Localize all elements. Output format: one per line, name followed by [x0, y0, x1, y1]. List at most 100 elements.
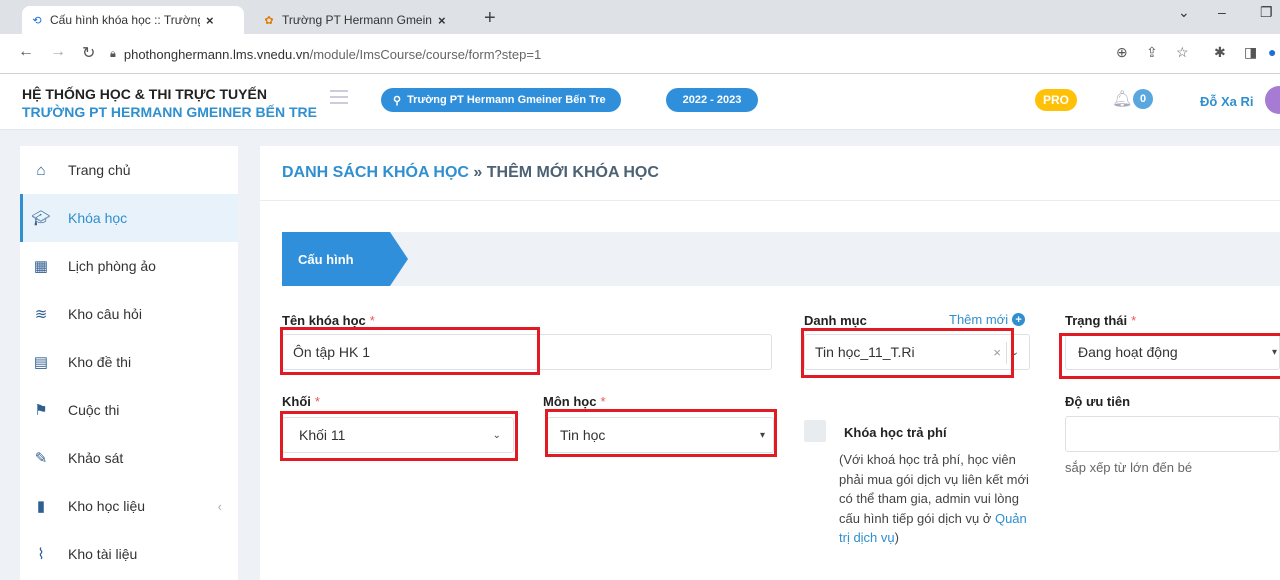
sidebar-item-label: Trang chủ: [68, 162, 131, 178]
sidebar-item-label: Kho tài liệu: [68, 546, 138, 562]
site-favicon-icon: ⟲: [32, 14, 42, 27]
sidebar: ⌂ Trang chủ 🎓︎ Khóa học ▦ Lịch phòng ảo …: [20, 146, 238, 580]
home-icon: ⌂: [36, 161, 46, 179]
highlight-box: [545, 409, 777, 457]
status-label: Trạng thái *: [1065, 313, 1136, 328]
sidebar-item-home[interactable]: ⌂ Trang chủ: [20, 146, 238, 194]
sidebar-item-label: Kho học liệu: [68, 498, 146, 514]
plus-circle-icon: +: [1012, 313, 1026, 326]
browser-tab-active[interactable]: ⟲ Cấu hình khóa học :: Trường PT H ×: [22, 6, 244, 34]
site-favicon-icon: ✿: [264, 14, 274, 27]
browser-tab-bar: ⟲ Cấu hình khóa học :: Trường PT H × ✿ T…: [0, 0, 1280, 34]
user-name[interactable]: Đỗ Xa Ri: [1200, 94, 1253, 109]
chevron-left-icon: ‹: [217, 498, 222, 514]
priority-label: Độ ưu tiên: [1065, 394, 1130, 409]
step-arrow: [390, 232, 408, 286]
minimize-icon[interactable]: –: [1218, 4, 1226, 20]
url-host: phothonghermann.lms.vnedu.vn: [123, 46, 310, 62]
browser-toolbar: ← → ↻ 🔒︎ phothonghermann.lms.vnedu.vn /m…: [0, 34, 1280, 74]
tab-search-icon[interactable]: ⌄: [1178, 4, 1190, 21]
sidebar-item-contests[interactable]: ⚑ Cuộc thi: [20, 386, 238, 434]
highlight-box: [280, 411, 518, 461]
sidebar-item-label: Kho câu hỏi: [68, 306, 142, 322]
breadcrumb-current: THÊM MỚI KHÓA HỌC: [486, 164, 659, 181]
sidebar-item-label: Kho đề thi: [68, 354, 132, 370]
breadcrumb-parent-link[interactable]: DANH SÁCH KHÓA HỌC: [282, 164, 469, 181]
profile-icon[interactable]: ●: [1268, 44, 1276, 60]
school-selector-label: Trường PT Hermann Gmeiner Bến Tre: [407, 94, 606, 106]
back-icon[interactable]: ←: [18, 43, 34, 61]
grade-label-text: Khối: [282, 394, 311, 409]
sidebar-item-surveys[interactable]: ✎ Khảo sát: [20, 434, 238, 482]
database-icon: ≋: [34, 306, 48, 323]
sidebar-item-question-bank[interactable]: ≋ Kho câu hỏi: [20, 290, 238, 338]
sidebar-item-learning-materials[interactable]: ▮ Kho học liệu ‹: [20, 482, 238, 530]
paid-course-description: (Với khoá học trả phí, học viên phải mua…: [839, 450, 1039, 548]
highlight-box: [280, 327, 540, 375]
breadcrumb-separator: »: [468, 164, 487, 181]
sidebar-item-label: Khóa học: [68, 210, 128, 226]
school-year-selector[interactable]: 2022 - 2023: [666, 88, 758, 112]
side-panel-icon[interactable]: ◨: [1244, 44, 1257, 61]
priority-input[interactable]: [1065, 416, 1280, 452]
sidebar-item-exam-bank[interactable]: ▤ Kho đề thi: [20, 338, 238, 386]
step-label: Cấu hình: [298, 251, 354, 267]
sidebar-item-label: Lịch phòng ảo: [68, 258, 156, 274]
sidebar-item-courses[interactable]: 🎓︎ Khóa học: [20, 194, 238, 242]
category-label-text: Danh mục: [804, 313, 867, 328]
file-icon: ▤: [33, 354, 49, 371]
sidebar-item-label: Cuộc thi: [68, 402, 120, 418]
avatar[interactable]: [1265, 86, 1280, 114]
pen-icon: ✎: [34, 450, 48, 467]
paid-course-checkbox[interactable]: [804, 420, 826, 442]
grade-label: Khối *: [282, 394, 320, 409]
highlight-box: [801, 328, 1014, 378]
sidebar-item-virtual-room[interactable]: ▦ Lịch phòng ảo: [20, 242, 238, 290]
zoom-icon[interactable]: ⊕: [1116, 44, 1128, 61]
bell-icon[interactable]: 🔔︎: [1112, 89, 1132, 109]
course-name-label-text: Tên khóa học: [282, 313, 366, 328]
forward-icon[interactable]: →: [50, 43, 66, 61]
book-icon: ▮: [36, 498, 46, 515]
menu-toggle-icon[interactable]: [330, 90, 348, 104]
restore-icon[interactable]: ❐: [1260, 4, 1273, 21]
system-title: HỆ THỐNG HỌC & THI TRỰC TUYẾN: [22, 86, 267, 102]
priority-label-text: Độ ưu tiên: [1065, 394, 1131, 409]
url-bar[interactable]: 🔒︎ phothonghermann.lms.vnedu.vn /module/…: [110, 40, 1220, 68]
breadcrumb: DANH SÁCH KHÓA HỌC » THÊM MỚI KHÓA HỌC: [282, 164, 659, 182]
status-label-text: Trạng thái: [1065, 313, 1128, 328]
bookmark-star-icon[interactable]: ☆: [1176, 44, 1189, 61]
divider: [260, 200, 1280, 201]
school-title[interactable]: TRƯỜNG PT HERMANN GMEINER BẾN TRE: [22, 104, 317, 120]
reload-icon[interactable]: ↻: [82, 43, 95, 63]
share-icon[interactable]: ⇪: [1146, 44, 1158, 61]
add-category-label: Thêm mới: [949, 312, 1009, 327]
pro-badge[interactable]: PRO: [1035, 89, 1078, 111]
required-mark: *: [600, 394, 606, 409]
lock-icon: 🔒︎: [110, 47, 116, 60]
paid-course-description-end: ): [894, 530, 899, 545]
new-tab-button[interactable]: +: [484, 6, 496, 30]
required-mark: *: [369, 313, 375, 328]
add-category-link[interactable]: Thêm mới +: [949, 312, 1026, 327]
flag-icon: ⚑: [34, 402, 48, 419]
tab-title: Cấu hình khóa học :: Trường PT H: [50, 13, 200, 27]
priority-hint: sắp xếp từ lớn đến bé: [1065, 460, 1193, 475]
browser-tab[interactable]: ✿ Trường PT Hermann Gmeiner Bến ×: [254, 6, 476, 34]
sidebar-item-label: Khảo sát: [68, 450, 124, 466]
tab-title: Trường PT Hermann Gmeiner Bến: [282, 13, 432, 27]
location-pin-icon: ⚲: [393, 94, 402, 107]
subject-label: Môn học *: [543, 394, 606, 409]
course-name-label: Tên khóa học *: [282, 313, 375, 328]
extensions-icon[interactable]: ✱: [1214, 44, 1226, 61]
school-selector[interactable]: ⚲ Trường PT Hermann Gmeiner Bến Tre: [381, 88, 621, 112]
url-path: /module/ImsCourse/course/form?step=1: [309, 46, 542, 62]
paid-course-label: Khóa học trả phí: [844, 425, 947, 440]
step-config-tab[interactable]: Cấu hình: [282, 232, 390, 286]
close-tab-icon[interactable]: ×: [438, 13, 446, 28]
calendar-icon: ▦: [33, 258, 49, 275]
notification-count-badge[interactable]: 0: [1133, 89, 1153, 109]
sidebar-item-documents[interactable]: ⌇ Kho tài liệu: [20, 530, 238, 578]
close-tab-icon[interactable]: ×: [206, 13, 214, 28]
subject-label-text: Môn học: [543, 394, 597, 409]
